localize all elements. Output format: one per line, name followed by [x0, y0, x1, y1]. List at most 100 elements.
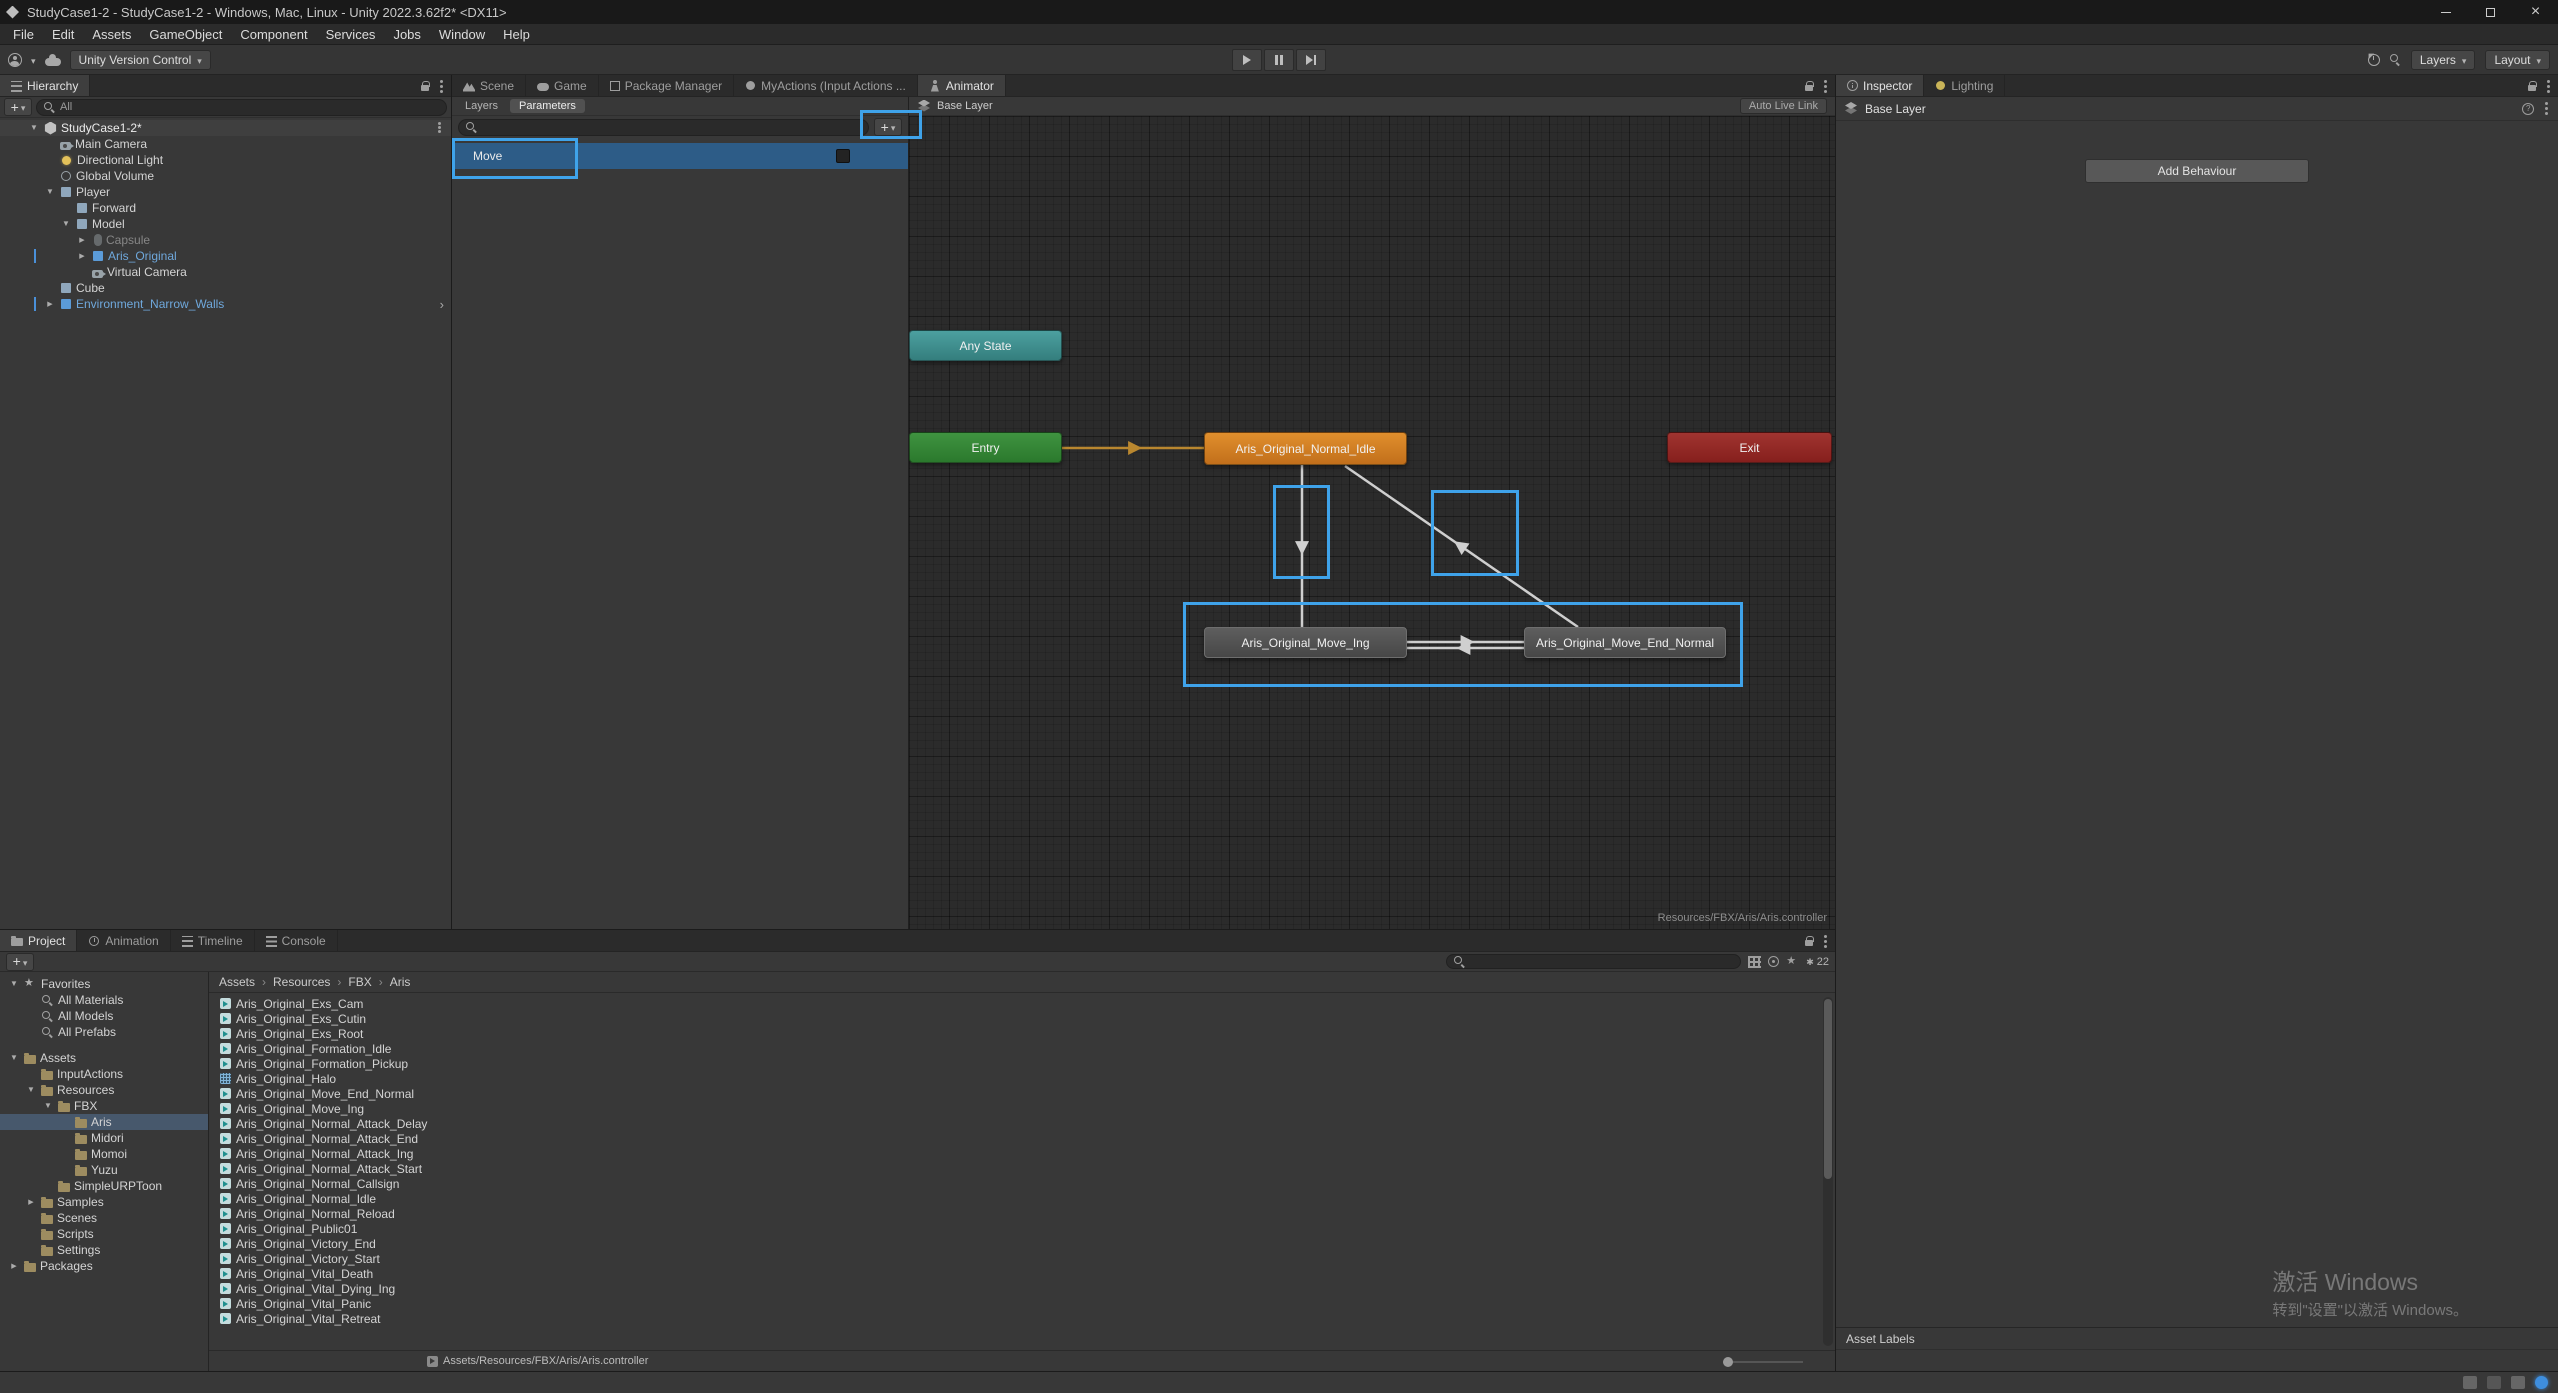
scene-options-icon[interactable] [438, 126, 441, 129]
hierarchy-item[interactable]: Global Volume [0, 168, 451, 184]
expand-arrow-icon[interactable] [60, 216, 72, 232]
asset-item[interactable]: Aris_Original_Public01 [209, 1221, 1835, 1236]
expand-arrow-icon[interactable] [28, 120, 40, 136]
folder-item[interactable]: SimpleURPToon [0, 1178, 208, 1194]
asset-item[interactable]: Aris_Original_Normal_Attack_End [209, 1131, 1835, 1146]
parameter-value-checkbox[interactable] [836, 149, 850, 163]
expand-arrow-icon[interactable] [44, 184, 56, 200]
tab[interactable]: Lighting [1924, 75, 2005, 96]
collab-status-icon[interactable] [2487, 1376, 2501, 1389]
tab[interactable]: Animator [918, 75, 1006, 96]
folder-item[interactable]: Packages [0, 1258, 208, 1274]
account-icon[interactable] [8, 53, 22, 67]
account-caret-icon[interactable] [31, 53, 36, 67]
asset-item[interactable]: Aris_Original_Move_End_Normal [209, 1086, 1835, 1101]
menu-item[interactable]: Window [430, 24, 494, 44]
tab[interactable]: Console [255, 930, 338, 951]
save-search-icon[interactable] [1786, 956, 1799, 968]
tab[interactable]: Animation [77, 930, 170, 951]
panel-menu-icon[interactable] [2547, 85, 2550, 88]
tab[interactable]: Timeline [171, 930, 255, 951]
folder-item[interactable]: Yuzu [0, 1162, 208, 1178]
expand-arrow-icon[interactable] [8, 976, 20, 992]
hierarchy-item[interactable]: Capsule [0, 232, 451, 248]
folder-item[interactable]: All Materials [0, 992, 208, 1008]
add-behaviour-button[interactable]: Add Behaviour [2085, 159, 2309, 183]
folder-item[interactable]: Midori [0, 1130, 208, 1146]
asset-item[interactable]: Aris_Original_Vital_Panic [209, 1296, 1835, 1311]
search-by-type-icon[interactable] [1748, 956, 1761, 968]
menu-item[interactable]: File [4, 24, 43, 44]
expand-arrow-icon[interactable] [8, 1050, 20, 1066]
lock-icon[interactable] [1805, 85, 1813, 91]
folder-item[interactable]: Scenes [0, 1210, 208, 1226]
folder-item[interactable]: FBX [0, 1098, 208, 1114]
folder-item[interactable] [0, 1040, 208, 1050]
lock-icon[interactable] [421, 85, 429, 91]
hierarchy-item[interactable]: Virtual Camera [0, 264, 451, 280]
folder-item[interactable]: Assets [0, 1050, 208, 1066]
animator-state[interactable]: Aris_Original_Move_Ing [1204, 627, 1407, 658]
tab[interactable]: MyActions (Input Actions ... [734, 75, 918, 96]
folder-item[interactable]: Samples [0, 1194, 208, 1210]
folder-item[interactable]: Aris [0, 1114, 208, 1130]
folder-item[interactable]: Resources [0, 1082, 208, 1098]
menu-item[interactable]: Services [317, 24, 385, 44]
asset-item[interactable]: Aris_Original_Vital_Death [209, 1266, 1835, 1281]
auto-live-link-button[interactable]: Auto Live Link [1740, 98, 1827, 114]
search-by-label-icon[interactable] [1768, 956, 1779, 967]
tab[interactable]: Game [526, 75, 599, 96]
tab-hierarchy[interactable]: Hierarchy [0, 75, 90, 96]
expand-arrow-icon[interactable] [8, 1258, 20, 1275]
layers-dropdown[interactable]: Layers [2411, 50, 2476, 70]
asset-item[interactable]: Aris_Original_Normal_Attack_Delay [209, 1116, 1835, 1131]
play-button[interactable] [1232, 49, 1262, 71]
hierarchy-item[interactable]: Environment_Narrow_Walls › [0, 296, 451, 312]
asset-item[interactable]: Aris_Original_Halo [209, 1071, 1835, 1086]
asset-item[interactable]: Aris_Original_Exs_Root [209, 1026, 1835, 1041]
help-icon[interactable] [2522, 103, 2534, 115]
breadcrumb-item[interactable]: Aris [390, 975, 425, 989]
layout-dropdown[interactable]: Layout [2485, 50, 2550, 70]
folder-item[interactable]: Favorites [0, 976, 208, 992]
folder-item[interactable]: Scripts [0, 1226, 208, 1242]
hidden-packages-count[interactable]: 22 [1806, 956, 1829, 968]
menu-item[interactable]: Edit [43, 24, 83, 44]
asset-item[interactable]: Aris_Original_Exs_Cam [209, 996, 1835, 1011]
hierarchy-item[interactable]: Forward [0, 200, 451, 216]
hierarchy-item[interactable]: Directional Light [0, 152, 451, 168]
asset-item[interactable]: Aris_Original_Normal_Callsign [209, 1176, 1835, 1191]
cloud-services-icon[interactable] [45, 58, 61, 66]
menu-item[interactable]: Jobs [384, 24, 429, 44]
asset-item[interactable]: Aris_Original_Formation_Idle [209, 1041, 1835, 1056]
breadcrumb-item[interactable]: FBX [348, 975, 389, 989]
tab[interactable]: Package Manager [599, 75, 734, 96]
search-icon[interactable] [2390, 54, 2401, 65]
asset-item[interactable]: Aris_Original_Victory_End [209, 1236, 1835, 1251]
create-object-button[interactable] [4, 98, 32, 116]
asset-item[interactable]: Aris_Original_Normal_Attack_Start [209, 1161, 1835, 1176]
expand-arrow-icon[interactable] [25, 1194, 37, 1211]
animator-state[interactable]: Aris_Original_Normal_Idle [1204, 432, 1407, 465]
step-button[interactable] [1296, 49, 1326, 71]
animator-state[interactable]: Any State [909, 330, 1062, 361]
hierarchy-item[interactable]: StudyCase1-2* [0, 120, 451, 136]
bake-status-icon[interactable] [2463, 1376, 2477, 1389]
menu-item[interactable]: Component [231, 24, 316, 44]
undo-history-icon[interactable] [2368, 54, 2380, 66]
asset-item[interactable]: Aris_Original_Victory_Start [209, 1251, 1835, 1266]
asset-labels-header[interactable]: Asset Labels [1836, 1328, 2558, 1350]
console-status-icon[interactable] [2511, 1376, 2525, 1389]
hierarchy-item[interactable]: Model [0, 216, 451, 232]
parameter-row[interactable]: Move [452, 143, 908, 169]
animator-breadcrumb[interactable]: Base Layer [937, 100, 993, 112]
maximize-button[interactable] [2468, 0, 2513, 24]
close-button[interactable] [2513, 0, 2558, 24]
expand-arrow-icon[interactable] [76, 248, 88, 265]
version-control-button[interactable]: Unity Version Control [70, 50, 211, 70]
parameter-search-field[interactable] [458, 119, 869, 136]
hierarchy-item[interactable]: Main Camera [0, 136, 451, 152]
asset-item[interactable]: Aris_Original_Normal_Reload [209, 1206, 1835, 1221]
folder-item[interactable]: Momoi [0, 1146, 208, 1162]
expand-arrow-icon[interactable] [44, 296, 56, 313]
